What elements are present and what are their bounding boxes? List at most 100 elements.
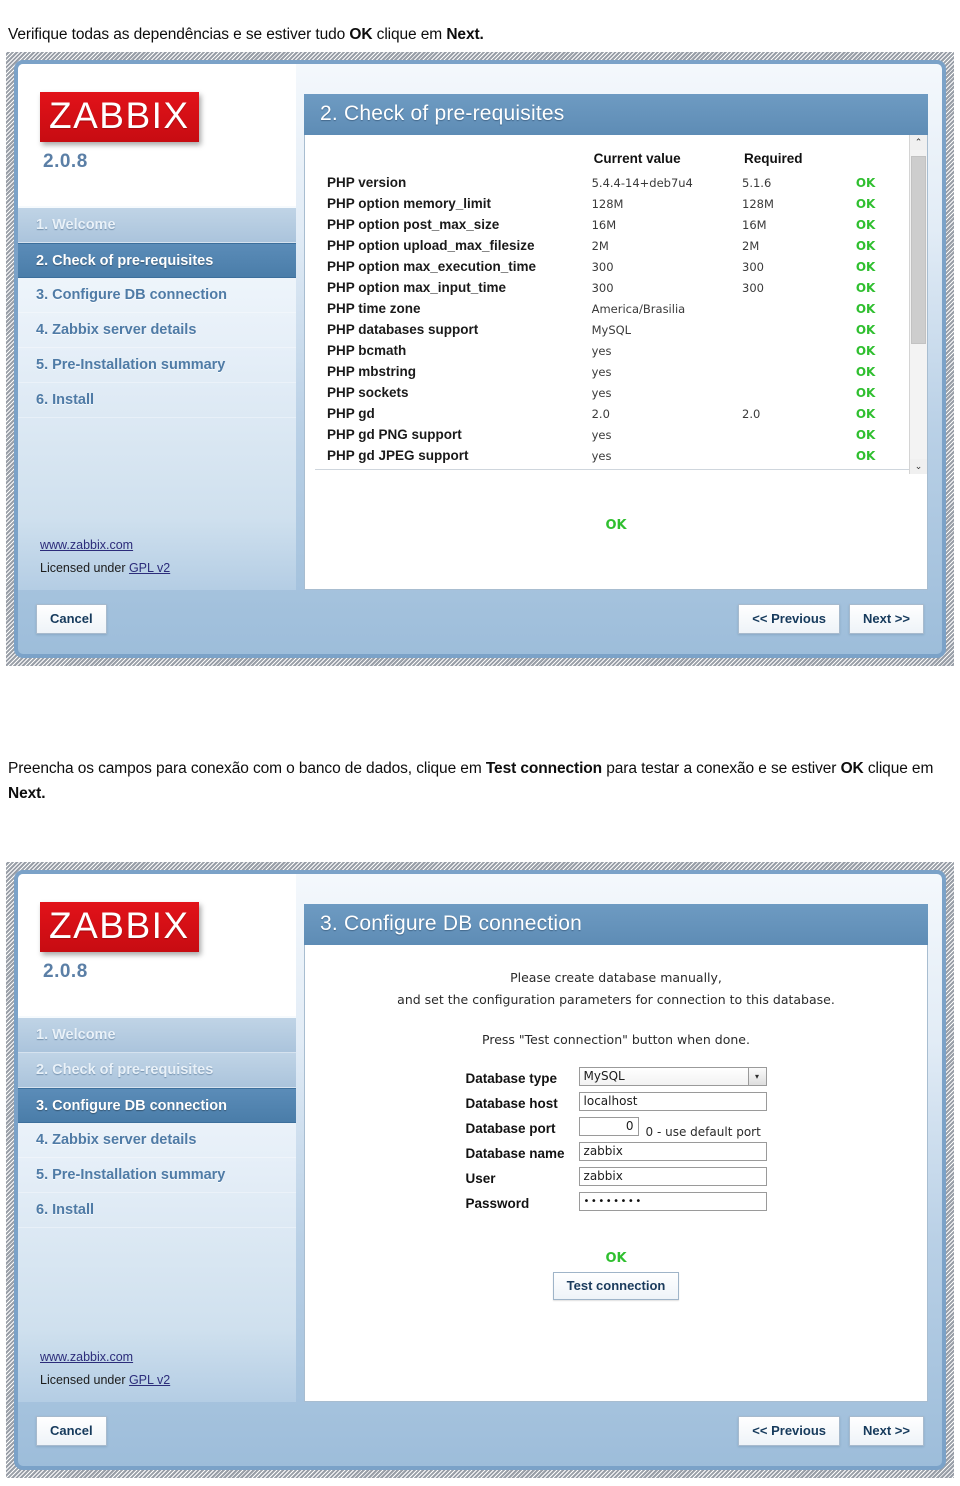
requirement-current-value: 300 (591, 260, 614, 274)
sidebar-item-server-details[interactable]: 4. Zabbix server details (18, 313, 296, 348)
window-footer-dbconf: Cancel << Previous Next >> (18, 1402, 942, 1466)
scroll-up-icon[interactable]: ⌃ (910, 135, 927, 150)
requirement-required-value (742, 362, 856, 383)
instruction-mid-text-3: clique em (863, 759, 934, 777)
zabbix-logo: ZABBIX (40, 92, 199, 142)
table-bottom-rule (315, 469, 917, 470)
zabbix-site-link[interactable]: www.zabbix.com (40, 1350, 133, 1364)
instruction-paragraph-prereq: Verifique todas as dependências e se est… (8, 22, 954, 47)
sidebar-item-summary[interactable]: 5. Pre-Installation summary (18, 1158, 296, 1193)
requirement-required-value (742, 383, 856, 404)
requirement-name: PHP option upload_max_filesize (327, 238, 535, 253)
chevron-down-icon[interactable]: ▾ (747, 1068, 766, 1086)
password-input[interactable]: •••••••• (578, 1192, 767, 1212)
sidebar-item-install[interactable]: 6. Install (18, 383, 296, 418)
previous-button[interactable]: << Previous (738, 604, 841, 634)
requirement-name: PHP option memory_limit (327, 196, 492, 211)
requirement-current-value: yes (591, 386, 612, 400)
scroll-down-icon[interactable]: ⌄ (910, 459, 927, 474)
cancel-button[interactable]: Cancel (36, 604, 107, 634)
sidebar-item-db-connection[interactable]: 3. Configure DB connection (18, 278, 296, 313)
installer-content-dbconf: 3. Configure DB connection Please create… (296, 874, 942, 1402)
zabbix-version: 2.0.8 (43, 151, 88, 172)
sidebar-item-db-connection[interactable]: 3. Configure DB connection (18, 1088, 296, 1123)
requirement-required-value: 300 (742, 281, 764, 295)
requirement-name: PHP version (327, 175, 407, 190)
instruction-mid-bold-test: Test connection (485, 759, 603, 777)
requirement-required-value: 16M (742, 218, 767, 232)
requirement-name: PHP time zone (327, 301, 421, 316)
license-link[interactable]: GPL v2 (129, 1373, 170, 1387)
sidebar-item-welcome[interactable]: 1. Welcome (18, 1018, 296, 1053)
db-intro-line-1: Please create database manually, (510, 970, 722, 985)
form-row: Password •••••••• (465, 1192, 767, 1215)
panel-body-prerequisites: Current value Required PHP version 5.4.4-… (304, 135, 928, 590)
db-intro-text: Please create database manually, and set… (305, 945, 927, 1051)
test-connection-button[interactable]: Test connection (552, 1271, 680, 1300)
database-host-input[interactable]: localhost (578, 1092, 767, 1112)
requirement-required-value: 5.1.6 (742, 176, 772, 190)
scrollbar-thumb[interactable] (911, 156, 926, 344)
next-button[interactable]: Next >> (849, 1416, 924, 1446)
database-name-cell: zabbix (578, 1142, 767, 1165)
sidebar-item-install[interactable]: 6. Install (18, 1193, 296, 1228)
instruction-mid-text-2: para testar a conexão e se estiver (602, 759, 841, 777)
requirement-name: PHP bcmath (327, 343, 407, 358)
instruction-mid-bold-ok: OK (840, 759, 864, 777)
brand-area-dbconf: ZABBIX 2.0.8 (18, 874, 296, 1016)
requirement-current-value: America/Brasilia (591, 302, 686, 316)
panel-title-db-connection: 3. Configure DB connection (304, 904, 928, 945)
requirement-current-value: yes (591, 449, 612, 463)
password-cell: •••••••• (578, 1192, 767, 1215)
requirement-required-value: 128M (742, 197, 774, 211)
requirement-current-value: yes (591, 365, 612, 379)
table-row: PHP gd PNG support yes OK (305, 425, 927, 446)
brand-area: ZABBIX 2.0.8 (18, 64, 296, 206)
sidebar-item-summary[interactable]: 5. Pre-Installation summary (18, 348, 296, 383)
sidebar-item-server-details[interactable]: 4. Zabbix server details (18, 1123, 296, 1158)
instruction-mid-bold-next: Next. (8, 784, 46, 802)
license-link[interactable]: GPL v2 (129, 561, 170, 575)
form-row: Database port 0 0 - use default port (465, 1117, 766, 1140)
database-port-cell: 0 0 - use default port (578, 1117, 767, 1140)
test-connection-area: OK Test connection (305, 1217, 927, 1300)
zabbix-site-link[interactable]: www.zabbix.com (40, 538, 133, 552)
user-input[interactable]: zabbix (578, 1167, 767, 1187)
database-type-label: Database type (465, 1070, 558, 1086)
scrollbar-track[interactable] (910, 150, 927, 459)
requirement-current-value: 300 (591, 281, 614, 295)
requirement-current-value: 128M (591, 197, 624, 211)
database-port-input[interactable]: 0 (578, 1117, 639, 1137)
instruction-bold-ok: OK (349, 25, 373, 43)
db-intro-line-3: Press "Test connection" button when done… (482, 1031, 750, 1047)
requirement-required-value (742, 446, 856, 467)
requirement-name: PHP databases support (327, 322, 479, 337)
table-row: PHP version 5.4.4-14+deb7u4 5.1.6 OK (305, 173, 927, 194)
db-connection-form: Database type MySQL ▾ Database host localhos… (465, 1065, 767, 1217)
table-row: PHP mbstring yes OK (305, 362, 927, 383)
requirement-name: PHP mbstring (327, 364, 417, 379)
panel-body-db-connection: Please create database manually, and set… (304, 945, 928, 1402)
zabbix-installer-window-dbconf: ZABBIX 2.0.8 1. Welcome 2. Check of pre-… (14, 870, 946, 1470)
requirement-current-value: 2M (591, 239, 609, 253)
sidebar-item-prerequisites[interactable]: 2. Check of pre-requisites (18, 1053, 296, 1088)
table-row: PHP option upload_max_filesize 2M 2M OK (305, 236, 927, 257)
sidebar-item-prerequisites[interactable]: 2. Check of pre-requisites (18, 243, 296, 278)
table-row: PHP option max_input_time 300 300 OK (305, 278, 927, 299)
previous-button[interactable]: << Previous (738, 1416, 841, 1446)
table-row: PHP bcmath yes OK (305, 341, 927, 362)
database-name-input[interactable]: zabbix (578, 1142, 767, 1162)
user-cell: zabbix (578, 1167, 767, 1190)
cancel-button[interactable]: Cancel (36, 1416, 107, 1446)
password-label: Password (465, 1195, 530, 1211)
sidebar-item-welcome[interactable]: 1. Welcome (18, 208, 296, 243)
overall-status-badge: OK (605, 518, 627, 533)
vertical-scrollbar[interactable]: ⌃ ⌄ (909, 135, 927, 474)
instruction-text-2: clique em (372, 25, 447, 43)
form-row: Database host localhost (465, 1092, 767, 1115)
database-type-select[interactable]: MySQL ▾ (578, 1067, 767, 1087)
next-button[interactable]: Next >> (849, 604, 924, 634)
test-status-badge: OK (605, 1250, 627, 1266)
installer-nav-prereq: 1. Welcome 2. Check of pre-requisites 3.… (18, 206, 296, 518)
